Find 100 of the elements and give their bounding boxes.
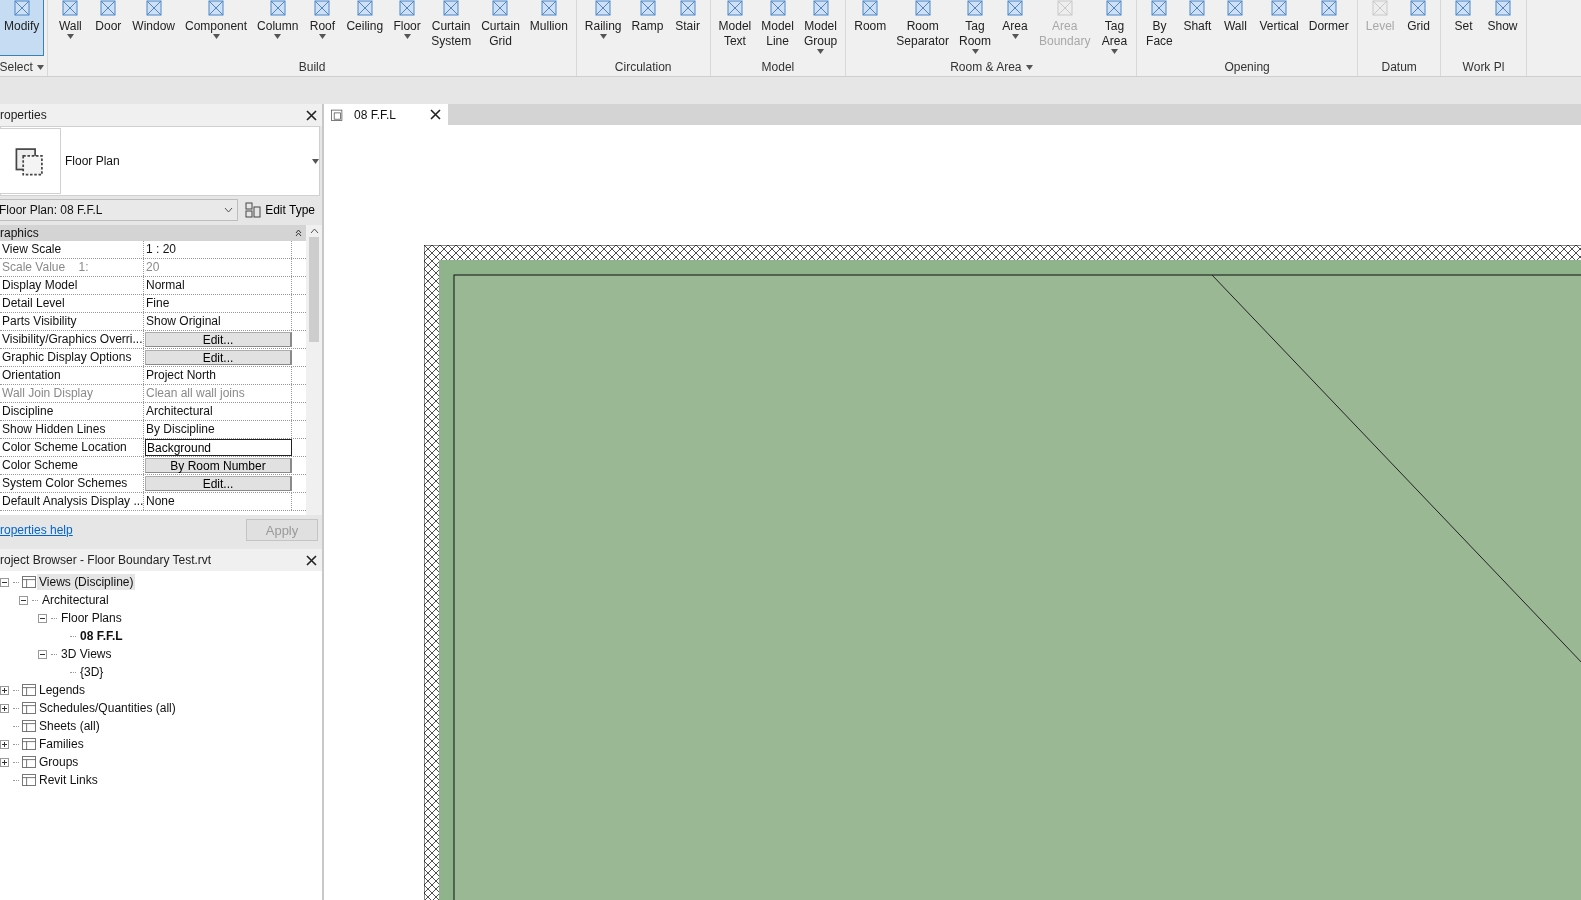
expand-toggle[interactable] xyxy=(0,685,9,695)
ribbon-tool[interactable]: Floor xyxy=(388,0,427,56)
close-icon[interactable] xyxy=(304,553,318,567)
ribbon-tool[interactable]: Model Group xyxy=(798,0,843,56)
ribbon-tool[interactable]: Tag Room xyxy=(954,0,996,56)
ribbon-tool[interactable]: Wall xyxy=(1216,0,1255,56)
property-value[interactable]: Project North xyxy=(144,367,292,384)
property-name: Parts Visibility xyxy=(0,313,144,330)
property-value[interactable]: Architectural xyxy=(144,403,292,420)
ribbon-tool[interactable]: Stair xyxy=(668,0,707,56)
tool-icon xyxy=(1492,0,1513,19)
view-tab[interactable]: 08 F.F.L xyxy=(324,104,448,125)
close-icon[interactable] xyxy=(428,107,442,122)
ribbon-tool[interactable]: Room xyxy=(849,0,892,56)
ribbon-tool[interactable]: Mullion xyxy=(524,0,573,56)
tool-icon xyxy=(593,0,614,19)
tool-icon xyxy=(1187,0,1208,19)
tree-item[interactable]: Legends xyxy=(37,682,88,698)
ribbon-tool[interactable]: Shaft xyxy=(1178,0,1217,56)
tree-item[interactable]: Architectural xyxy=(40,592,111,608)
scroll-thumb[interactable] xyxy=(309,237,319,342)
collapse-toggle[interactable] xyxy=(38,613,47,623)
ribbon-tool[interactable]: Grid xyxy=(1399,0,1438,56)
ribbon-tool[interactable]: Component xyxy=(180,0,253,56)
tree-item[interactable]: Groups xyxy=(37,754,81,770)
property-value[interactable]: By Discipline xyxy=(144,421,292,438)
property-button[interactable]: Edit... xyxy=(145,332,292,347)
tree-item[interactable]: Sheets (all) xyxy=(37,718,102,734)
edit-type-button[interactable]: Edit Type xyxy=(242,199,318,221)
property-value[interactable]: Fine xyxy=(144,295,292,312)
ribbon-tool[interactable]: Room Separator xyxy=(891,0,954,56)
tree-item[interactable]: Schedules/Quantities (all) xyxy=(37,700,178,716)
ribbon-tool[interactable]: Ramp xyxy=(626,0,669,56)
tree-item[interactable]: Families xyxy=(37,736,86,752)
caret-icon xyxy=(274,34,282,39)
ribbon-tool[interactable]: Tag Area xyxy=(1095,0,1134,56)
ribbon-tool[interactable]: Ceiling xyxy=(341,0,389,56)
caret-icon xyxy=(318,34,326,39)
property-button[interactable]: Edit... xyxy=(145,476,292,491)
expand-toggle[interactable] xyxy=(0,757,9,767)
property-name: Wall Join Display xyxy=(0,385,144,402)
ribbon-tool[interactable]: Curtain Grid xyxy=(476,0,525,56)
tree-item[interactable]: 3D Views xyxy=(59,646,114,662)
ribbon-tool[interactable]: Roof xyxy=(303,0,342,56)
close-icon[interactable] xyxy=(304,108,318,122)
expand-toggle[interactable] xyxy=(0,703,9,713)
ribbon-tool[interactable]: Set xyxy=(1444,0,1483,56)
caret-icon xyxy=(66,34,74,39)
tree-item[interactable]: Floor Plans xyxy=(59,610,124,626)
collapse-toggle[interactable] xyxy=(38,649,47,659)
ribbon-tool[interactable]: Dormer xyxy=(1303,0,1354,56)
property-field[interactable]: Background xyxy=(145,439,292,456)
property-value[interactable]: 1 : 20 xyxy=(144,241,292,258)
caret-icon xyxy=(212,34,220,39)
section-header[interactable]: raphics xyxy=(0,225,306,241)
property-value[interactable]: None xyxy=(144,493,292,510)
scrollbar[interactable] xyxy=(306,225,322,515)
properties-help-link[interactable]: roperties help xyxy=(0,523,73,537)
property-button[interactable]: Edit... xyxy=(145,350,292,365)
ribbon-group-label[interactable]: Select xyxy=(0,59,45,76)
ribbon-tool[interactable]: By Face xyxy=(1140,0,1179,56)
tree-item[interactable]: 08 F.F.L xyxy=(78,628,125,644)
property-value[interactable]: Normal xyxy=(144,277,292,294)
tool-icon xyxy=(267,0,288,19)
expand-toggle[interactable] xyxy=(0,739,9,749)
ribbon-tool[interactable]: Show xyxy=(1482,0,1523,56)
ribbon-tool[interactable]: Model Text xyxy=(713,0,757,56)
ribbon-group-label: Datum xyxy=(1380,59,1418,76)
ribbon-group-label: Opening xyxy=(1223,59,1271,76)
ribbon-tool[interactable]: Window xyxy=(127,0,181,56)
view-selector[interactable]: Floor Plan: 08 F.F.L xyxy=(0,199,239,221)
ribbon-tool[interactable]: Door xyxy=(89,0,128,56)
collapse-toggle[interactable] xyxy=(0,577,9,587)
ribbon-tool[interactable]: Column xyxy=(252,0,304,56)
tool-icon xyxy=(677,0,698,19)
ribbon-group-label[interactable]: Room & Area xyxy=(849,59,1134,76)
collapse-icon[interactable] xyxy=(295,229,302,237)
panel-title: roject Browser - Floor Boundary Test.rvt xyxy=(0,553,212,567)
ribbon-tool[interactable]: Modify xyxy=(0,0,45,56)
type-name[interactable]: Floor Plan xyxy=(61,154,312,168)
caret-icon xyxy=(1025,65,1033,70)
tree-item[interactable]: Views (Discipline) xyxy=(37,574,136,590)
property-button[interactable]: By Room Number xyxy=(145,458,292,473)
tool-icon xyxy=(1225,0,1246,19)
ribbon-tool[interactable]: Model Line xyxy=(756,0,799,56)
ribbon-tool[interactable]: Curtain System xyxy=(426,0,477,56)
collapse-toggle[interactable] xyxy=(19,595,28,605)
plus-icon xyxy=(1,686,8,694)
tool-icon xyxy=(11,0,32,19)
property-value[interactable]: Show Original xyxy=(144,313,292,330)
tree-item[interactable]: {3D} xyxy=(78,664,106,680)
tool-icon xyxy=(767,0,788,19)
caret-icon xyxy=(312,158,319,164)
ribbon-tool[interactable]: Wall xyxy=(51,0,90,56)
ribbon-tool[interactable]: Vertical xyxy=(1254,0,1304,56)
ribbon-tool[interactable]: Railing xyxy=(579,0,627,56)
ribbon-tool[interactable]: Area xyxy=(996,0,1034,56)
property-name: Default Analysis Display ... xyxy=(0,493,144,510)
property-name: Scale Value 1: xyxy=(0,259,144,276)
tree-item[interactable]: Revit Links xyxy=(37,772,100,788)
